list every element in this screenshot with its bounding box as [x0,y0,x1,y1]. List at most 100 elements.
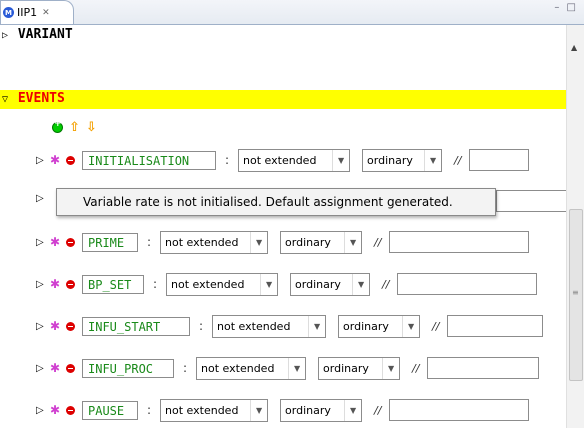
convergence-value: ordinary [367,153,413,167]
comment-field[interactable] [397,273,538,295]
event-name-field[interactable]: INFU_PROC [82,358,174,378]
remove-event-icon[interactable] [66,279,75,289]
event-row: ▷ ✱ PRIME : not extended ▼ ordinary ▼ // [36,230,530,254]
remove-event-icon[interactable] [66,237,75,247]
chevron-down-icon[interactable]: ▼ [260,273,277,295]
expand-triangle-icon[interactable]: ▷ [36,405,50,416]
remove-event-icon[interactable] [66,405,75,415]
remove-event-icon[interactable] [66,363,75,373]
chevron-down-icon[interactable]: ▼ [332,149,349,171]
event-row: ▷ ✱ INFU_PROC : not extended ▼ ordinary … [36,356,540,380]
star-icon: ✱ [50,235,61,249]
extended-value: not extended [165,235,239,249]
chevron-down-icon[interactable]: ▼ [352,273,369,295]
comment-field[interactable] [427,357,540,379]
event-row: ▷ ✱ INITIALISATION : not extended ▼ ordi… [36,148,530,172]
colon-separator: : [147,235,152,249]
scrollbar-thumb[interactable]: ≡ [569,209,583,381]
extended-combo[interactable]: not extended ▼ [238,148,351,172]
extended-combo[interactable]: not extended ▼ [160,230,269,254]
event-row: ▷ ✱ BP_SET : not extended ▼ ordinary ▼ /… [36,272,538,296]
convergence-combo[interactable]: ordinary ▼ [290,272,371,296]
remove-event-icon[interactable] [66,321,75,331]
comment-field[interactable] [389,231,530,253]
expand-triangle-icon[interactable]: ▷ [36,321,50,332]
collapse-triangle-icon[interactable]: ▽ [2,94,8,105]
convergence-value: ordinary [285,403,331,417]
comment-separator: // [374,235,382,249]
move-down-icon[interactable]: ⇩ [86,120,97,135]
variant-section-header[interactable]: ▷ VARIANT [2,27,73,42]
events-highlight [0,90,566,109]
window-controls[interactable]: – □ [554,2,578,13]
comment-separator: // [432,319,440,333]
event-name-field[interactable]: BP_SET [82,274,144,294]
colon-separator: : [147,403,152,417]
event-name-field[interactable]: PRIME [82,232,138,252]
expand-triangle-icon[interactable]: ▷ [36,155,50,166]
chevron-down-icon[interactable]: ▼ [382,357,399,379]
convergence-value: ordinary [295,277,341,291]
comment-field[interactable] [496,190,566,212]
event-row: ▷ ✱ PAUSE : not extended ▼ ordinary ▼ // [36,398,530,422]
extended-value: not extended [243,153,317,167]
colon-separator: : [183,361,188,375]
extended-combo[interactable]: not extended ▼ [166,272,279,296]
expand-triangle-icon[interactable]: ▷ [36,193,44,204]
expand-triangle-icon[interactable]: ▷ [36,279,50,290]
expand-triangle-icon[interactable]: ▷ [36,363,50,374]
star-icon: ✱ [50,319,61,333]
close-icon[interactable]: ✕ [42,8,50,18]
comment-separator: // [454,153,462,167]
remove-event-icon[interactable] [66,155,75,165]
comment-separator: // [382,277,390,291]
chevron-down-icon[interactable]: ▼ [288,357,305,379]
convergence-value: ordinary [343,319,389,333]
chevron-down-icon[interactable]: ▼ [402,315,419,337]
event-name-field[interactable]: INITIALISATION [82,150,216,170]
event-name-field[interactable]: INFU_START [82,316,190,336]
expand-triangle-icon[interactable]: ▷ [36,237,50,248]
convergence-combo[interactable]: ordinary ▼ [280,230,363,254]
colon-separator: : [199,319,204,333]
extended-value: not extended [201,361,275,375]
grip-icon: ≡ [572,288,579,297]
comment-field[interactable] [447,315,544,337]
tooltip: Variable rate is not initialised. Defaul… [56,188,496,216]
chevron-down-icon[interactable]: ▼ [424,149,441,171]
tab-iip1[interactable]: M IIP1 ✕ [0,0,74,24]
extended-value: not extended [165,403,239,417]
scroll-up-icon[interactable]: ▲ [571,43,577,52]
expand-triangle-icon[interactable]: ▷ [2,30,8,41]
convergence-combo[interactable]: ordinary ▼ [318,356,401,380]
extended-value: not extended [171,277,245,291]
comment-field[interactable] [389,399,530,421]
convergence-value: ordinary [323,361,369,375]
variant-label: VARIANT [17,27,73,42]
comment-separator: // [374,403,382,417]
star-icon: ✱ [50,361,61,375]
chevron-down-icon[interactable]: ▼ [308,315,325,337]
machine-icon: M [3,7,14,18]
convergence-combo[interactable]: ordinary ▼ [280,398,363,422]
chevron-down-icon[interactable]: ▼ [250,399,267,421]
vertical-scrollbar[interactable]: ▲ ≡ [566,25,584,428]
move-up-icon[interactable]: ⇧ [69,120,80,135]
events-toolbar: ⇧ ⇩ [52,119,97,135]
chevron-down-icon[interactable]: ▼ [344,399,361,421]
convergence-combo[interactable]: ordinary ▼ [338,314,421,338]
convergence-combo[interactable]: ordinary ▼ [362,148,443,172]
extended-combo[interactable]: not extended ▼ [196,356,307,380]
extended-combo[interactable]: not extended ▼ [212,314,327,338]
extended-combo[interactable]: not extended ▼ [160,398,269,422]
chevron-down-icon[interactable]: ▼ [344,231,361,253]
events-label: EVENTS [17,91,65,106]
add-event-icon[interactable] [52,119,63,133]
comment-field[interactable] [469,149,530,171]
event-name-field[interactable]: PAUSE [82,400,138,420]
star-icon: ✱ [50,403,61,417]
events-section-header[interactable]: ▽ EVENTS [2,91,65,106]
warning-star-icon: ✱ [50,153,61,167]
chevron-down-icon[interactable]: ▼ [250,231,267,253]
convergence-value: ordinary [285,235,331,249]
